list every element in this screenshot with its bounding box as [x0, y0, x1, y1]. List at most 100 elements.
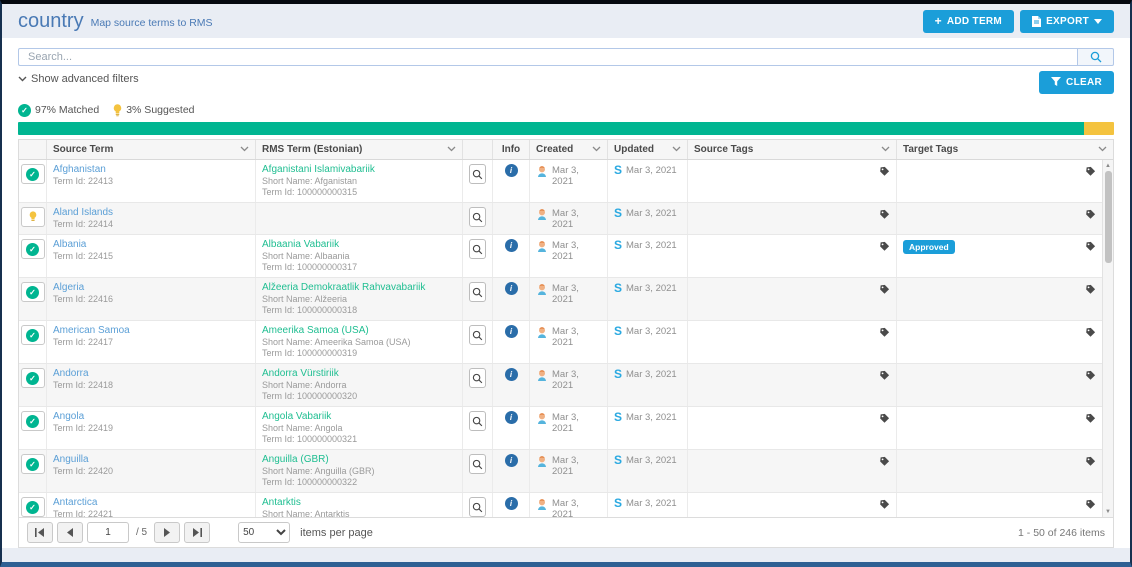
suggested-status-button[interactable] — [21, 207, 45, 227]
tag-icon[interactable] — [1085, 284, 1096, 298]
table-row: Aland Islands Term Id: 22414 Mar 3, 2021… — [19, 203, 1102, 235]
info-icon[interactable]: i — [505, 411, 518, 424]
tag-icon[interactable] — [1085, 327, 1096, 341]
info-icon[interactable]: i — [505, 497, 518, 510]
info-icon[interactable]: i — [505, 164, 518, 177]
tag-icon[interactable] — [1085, 413, 1096, 427]
zoom-term-button[interactable] — [469, 207, 486, 227]
matched-status-button[interactable]: ✓ — [21, 282, 45, 302]
source-term-link[interactable]: Anguilla — [53, 454, 249, 466]
matched-status-button[interactable]: ✓ — [21, 497, 45, 517]
vertical-scrollbar[interactable]: ▲ ▼ — [1102, 160, 1113, 517]
next-page-button[interactable] — [154, 522, 180, 543]
tag-icon[interactable] — [879, 499, 890, 513]
source-term-link[interactable]: Angola — [53, 411, 249, 423]
user-avatar-icon — [536, 455, 548, 468]
tag-icon[interactable] — [879, 413, 890, 427]
column-sort-chevron-icon[interactable] — [881, 144, 890, 155]
rms-term-id: Term Id: 100000000319 — [262, 348, 456, 359]
page-number-input[interactable] — [87, 522, 129, 543]
source-term-link[interactable]: Afghanistan — [53, 164, 249, 176]
rms-term-id: Term Id: 100000000318 — [262, 305, 456, 316]
search-button[interactable] — [1077, 48, 1114, 66]
rms-s-logo-icon: S — [614, 326, 622, 336]
source-term-link[interactable]: American Samoa — [53, 325, 249, 337]
target-tag-badge[interactable]: Approved — [903, 240, 955, 254]
tag-icon[interactable] — [879, 456, 890, 470]
column-sort-chevron-icon[interactable] — [592, 144, 601, 155]
info-cell — [493, 203, 530, 234]
matched-status-button[interactable]: ✓ — [21, 239, 45, 259]
source-term-link[interactable]: Aland Islands — [53, 207, 249, 219]
source-term-link[interactable]: Antarctica — [53, 497, 249, 509]
tag-icon[interactable] — [1085, 499, 1096, 513]
rms-term-name: Alžeeria Demokraatlik Rahvavabariik — [262, 282, 456, 294]
source-term-link[interactable]: Albania — [53, 239, 249, 251]
scrollbar-track[interactable] — [1104, 171, 1113, 506]
search-input[interactable] — [18, 48, 1077, 66]
first-page-button[interactable] — [27, 522, 53, 543]
updated-date: Mar 3, 2021 — [626, 369, 677, 380]
show-advanced-filters-label: Show advanced filters — [31, 73, 139, 85]
export-button[interactable]: EXPORT — [1020, 10, 1114, 33]
column-header-rms-term-estonian-[interactable]: RMS Term (Estonian) — [256, 140, 463, 159]
previous-page-button[interactable] — [57, 522, 83, 543]
zoom-term-button[interactable] — [469, 164, 486, 184]
page-size-select[interactable]: 50 — [238, 522, 290, 543]
tag-icon[interactable] — [879, 284, 890, 298]
scroll-up-arrow[interactable]: ▲ — [1103, 160, 1114, 171]
info-icon[interactable]: i — [505, 325, 518, 338]
info-icon[interactable]: i — [505, 454, 518, 467]
tag-icon[interactable] — [1085, 241, 1096, 255]
column-header-source-term[interactable]: Source Term — [47, 140, 256, 159]
column-header-target-tags[interactable]: Target Tags — [897, 140, 1113, 159]
matched-status-button[interactable]: ✓ — [21, 411, 45, 431]
column-sort-chevron-icon[interactable] — [447, 144, 456, 155]
matched-status-button[interactable]: ✓ — [21, 454, 45, 474]
matched-status-button[interactable]: ✓ — [21, 368, 45, 388]
show-advanced-filters-toggle[interactable]: Show advanced filters — [18, 71, 139, 85]
tag-icon[interactable] — [1085, 209, 1096, 223]
rms-short-name: Short Name: Ameerika Samoa (USA) — [262, 337, 456, 348]
tag-icon[interactable] — [879, 327, 890, 341]
export-label: EXPORT — [1046, 16, 1089, 27]
matched-status-button[interactable]: ✓ — [21, 325, 45, 345]
tag-icon[interactable] — [1085, 456, 1096, 470]
status-cell: ✓ — [19, 160, 47, 202]
source-term-link[interactable]: Andorra — [53, 368, 249, 380]
matched-status-button[interactable]: ✓ — [21, 164, 45, 184]
tag-icon[interactable] — [879, 241, 890, 255]
tag-icon[interactable] — [879, 166, 890, 180]
column-header-updated[interactable]: Updated — [608, 140, 688, 159]
add-term-button[interactable]: + ADD TERM — [923, 10, 1015, 33]
column-sort-chevron-icon[interactable] — [672, 144, 681, 155]
zoom-term-button[interactable] — [469, 411, 486, 431]
tag-icon[interactable] — [879, 209, 890, 223]
column-header-source-tags[interactable]: Source Tags — [688, 140, 897, 159]
scrollbar-thumb[interactable] — [1105, 171, 1112, 263]
created-cell: Mar 3, 2021 — [530, 278, 608, 320]
column-header-created[interactable]: Created — [530, 140, 608, 159]
tag-icon[interactable] — [1085, 166, 1096, 180]
info-icon[interactable]: i — [505, 282, 518, 295]
zoom-cell — [463, 493, 493, 517]
source-term-link[interactable]: Algeria — [53, 282, 249, 294]
zoom-term-button[interactable] — [469, 282, 486, 302]
info-icon[interactable]: i — [505, 368, 518, 381]
zoom-search-icon — [472, 416, 483, 427]
tag-icon[interactable] — [1085, 370, 1096, 384]
clear-button[interactable]: CLEAR — [1039, 71, 1114, 94]
table-body-wrap: ✓ Afghanistan Term Id: 22413 Afganistani… — [19, 160, 1113, 517]
tag-icon[interactable] — [879, 370, 890, 384]
zoom-term-button[interactable] — [469, 368, 486, 388]
last-page-button[interactable] — [184, 522, 210, 543]
zoom-term-button[interactable] — [469, 239, 486, 259]
zoom-term-button[interactable] — [469, 325, 486, 345]
column-sort-chevron-icon[interactable] — [240, 144, 249, 155]
column-sort-chevron-icon[interactable] — [1098, 144, 1107, 155]
zoom-term-button[interactable] — [469, 454, 486, 474]
zoom-term-button[interactable] — [469, 497, 486, 517]
zoom-cell — [463, 160, 493, 202]
scroll-down-arrow[interactable]: ▼ — [1103, 506, 1114, 517]
info-icon[interactable]: i — [505, 239, 518, 252]
